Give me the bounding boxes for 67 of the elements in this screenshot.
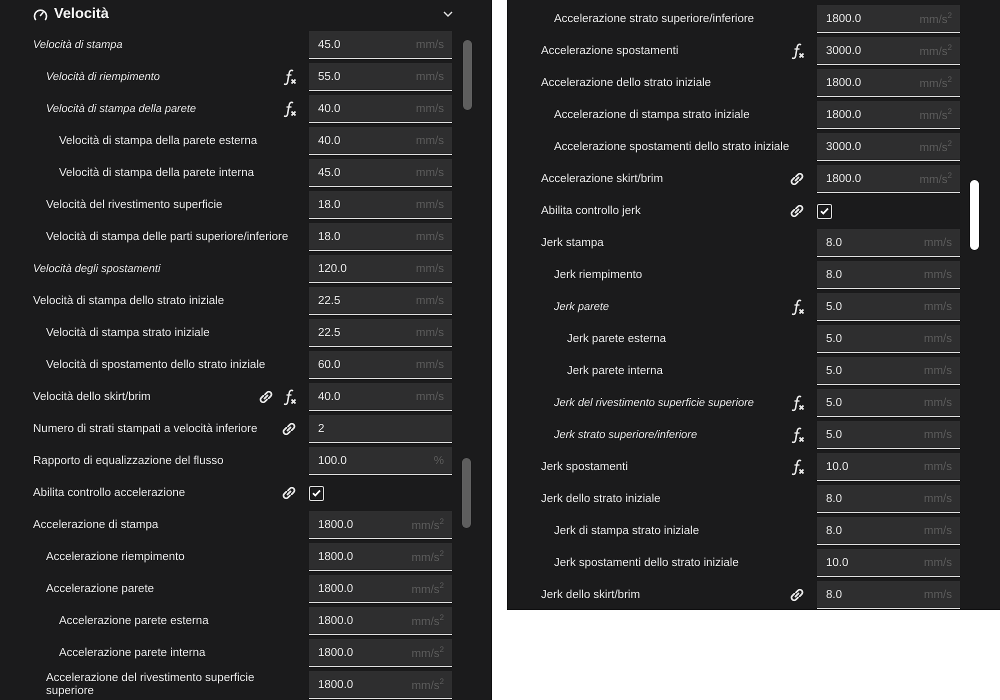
setting-label: Abilita controllo jerk bbox=[541, 204, 642, 218]
link-icon[interactable] bbox=[258, 389, 274, 405]
setting-label: Jerk riempimento bbox=[553, 268, 644, 282]
gauge-icon bbox=[33, 7, 48, 21]
setting-label: Jerk del rivestimento superficie superiore bbox=[553, 396, 755, 410]
setting-label: Velocità di stampa della parete bbox=[45, 102, 198, 116]
function-icon[interactable] bbox=[283, 68, 297, 86]
setting-label: Abilita controllo accelerazione bbox=[33, 486, 186, 500]
setting-label: Velocità dello skirt/brim bbox=[33, 390, 152, 404]
setting-label: Accelerazione di stampa strato iniziale bbox=[553, 108, 751, 122]
setting-label: Accelerazione di stampa bbox=[33, 518, 160, 532]
setting-label: Jerk parete bbox=[553, 300, 610, 314]
setting-label: Accelerazione parete interna bbox=[58, 646, 206, 660]
link-icon[interactable] bbox=[789, 171, 805, 187]
unit-label: % bbox=[434, 454, 444, 466]
checkbox[interactable] bbox=[817, 204, 832, 218]
setting-label: Accelerazione dello strato iniziale bbox=[541, 76, 712, 90]
setting-label: Jerk strato superiore/inferiore bbox=[553, 428, 698, 442]
setting-label: Jerk dello skirt/brim bbox=[541, 588, 642, 602]
setting-label: Accelerazione parete bbox=[45, 582, 156, 596]
function-icon[interactable] bbox=[791, 458, 805, 476]
check-icon bbox=[820, 207, 829, 215]
setting-label: Accelerazione skirt/brim bbox=[541, 172, 664, 186]
setting-label: Accelerazione del rivestimento superficie superiore bbox=[45, 672, 256, 698]
function-icon[interactable] bbox=[791, 298, 805, 316]
setting-label: Rapporto di equalizzazione del flusso bbox=[33, 454, 225, 468]
function-icon[interactable] bbox=[283, 388, 297, 406]
function-icon[interactable] bbox=[791, 426, 805, 444]
setting-label: Numero di strati stampati a velocità inferiore bbox=[33, 422, 258, 436]
chevron-icon[interactable] bbox=[443, 9, 453, 19]
scrollbar-thumb[interactable] bbox=[462, 458, 471, 528]
check-icon bbox=[312, 489, 321, 497]
section-title[interactable]: Velocità bbox=[54, 6, 443, 22]
setting-label: Velocità di riempimento bbox=[45, 70, 161, 84]
setting-label: Velocità di stampa strato iniziale bbox=[45, 326, 211, 340]
setting-label: Jerk stampa bbox=[541, 236, 605, 250]
setting-label: Accelerazione riempimento bbox=[45, 550, 186, 564]
function-icon[interactable] bbox=[283, 100, 297, 118]
value-field[interactable]: 100.0 % bbox=[309, 447, 452, 475]
value-field[interactable]: 2 bbox=[309, 415, 452, 443]
setting-label: Accelerazione spostamenti dello strato iniziale bbox=[553, 140, 790, 154]
setting-label: Velocità del rivestimento superficie bbox=[45, 198, 224, 212]
setting-label: Velocità di stampa dello strato iniziale bbox=[33, 294, 226, 308]
setting-label: Velocità di stampa della parete esterna bbox=[58, 134, 258, 148]
setting-label: Accelerazione strato superiore/inferiore bbox=[553, 12, 756, 26]
setting-label: Velocità di spostamento dello strato iniziale bbox=[45, 358, 266, 372]
checkbox[interactable] bbox=[309, 486, 324, 500]
link-icon[interactable] bbox=[789, 587, 805, 603]
function-icon[interactable] bbox=[791, 394, 805, 412]
link-icon[interactable] bbox=[789, 203, 805, 219]
setting-label: Jerk spostamenti bbox=[541, 460, 629, 474]
setting-label: Jerk spostamenti dello strato iniziale bbox=[553, 556, 740, 570]
scrollbar-thumb[interactable] bbox=[970, 180, 979, 250]
function-icon[interactable] bbox=[791, 42, 805, 60]
setting-label: Accelerazione parete esterna bbox=[58, 614, 210, 628]
setting-label: Velocità degli spostamenti bbox=[33, 262, 162, 276]
setting-label: Jerk di stampa strato iniziale bbox=[553, 524, 700, 538]
setting-label: Accelerazione spostamenti bbox=[541, 44, 680, 58]
setting-label: Jerk parete interna bbox=[566, 364, 664, 378]
scrollbar-thumb[interactable] bbox=[463, 40, 472, 110]
setting-label: Velocità di stampa della parete interna bbox=[58, 166, 255, 180]
setting-label: Velocità di stampa delle parti superiore/inferiore bbox=[45, 230, 290, 244]
setting-label: Jerk parete esterna bbox=[566, 332, 668, 346]
link-icon[interactable] bbox=[281, 421, 297, 437]
setting-label: Jerk dello strato iniziale bbox=[541, 492, 662, 506]
link-icon[interactable] bbox=[281, 485, 297, 501]
setting-label: Velocità di stampa bbox=[33, 38, 124, 52]
